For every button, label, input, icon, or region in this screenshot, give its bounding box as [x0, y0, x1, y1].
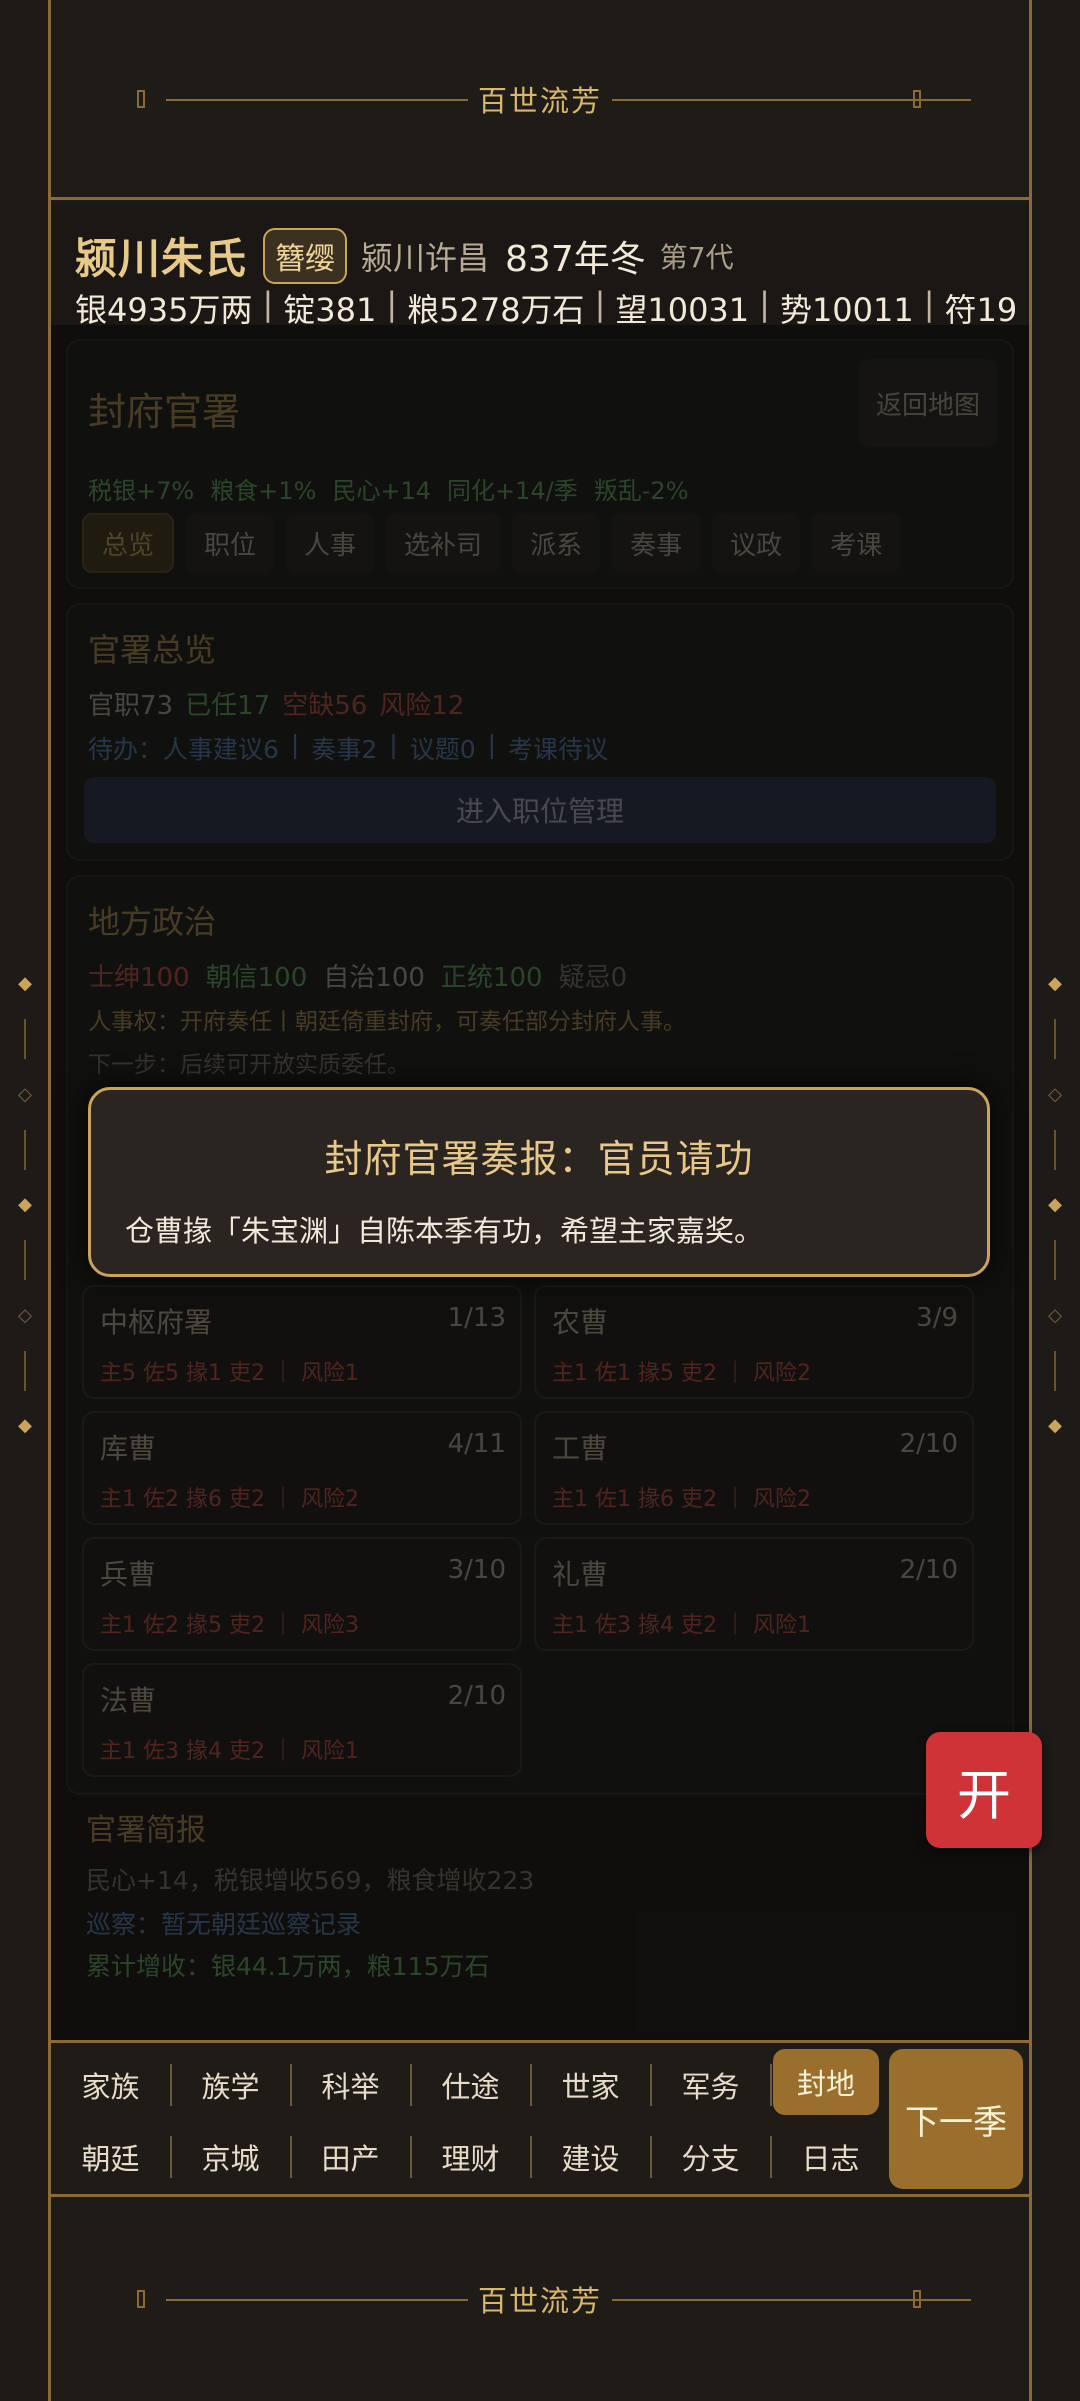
diamond-icon: ◆ [18, 973, 32, 994]
next-season-button[interactable]: 下一季 [889, 2049, 1023, 2189]
region-label: 颍川许昌 [361, 238, 490, 277]
diamond-outline-icon: ◇ [18, 1304, 32, 1326]
report-dialog[interactable]: 封府官署奏报：官员请功 仓曹掾「朱宝渊」自陈本季有功，希望主家嘉奖。 [88, 1087, 990, 1277]
side-ornament-left: ◆ ◇ ◆ ◇ ◆ [10, 975, 40, 1435]
banner-title: 百世流芳 [467, 2278, 612, 2320]
nav-capital[interactable]: 京城 [171, 2125, 290, 2189]
banner-rule-left [166, 2299, 516, 2301]
diamond-icon: ◆ [1048, 973, 1062, 994]
banner-rule-left [166, 98, 516, 101]
bottom-nav: 家族 族学 科举 仕途 世家 军务 封地 朝廷 京城 田产 理财 建设 分支 日… [51, 2040, 1029, 2194]
generation-label: 第7代 [659, 240, 734, 274]
nav-exam[interactable]: 科举 [291, 2053, 410, 2117]
nav-clan-school[interactable]: 族学 [171, 2053, 290, 2117]
status-header: 颍川朱氏 簪缨 颍川许昌 837年冬 第7代 银4935万两 | 锭381 | 粮5… [51, 205, 1029, 329]
diamond-icon: ◆ [18, 1415, 32, 1436]
banner-cap-right [913, 2290, 921, 2308]
banner-cap-left [137, 2290, 145, 2308]
dialog-body: 仓曹掾「朱宝渊」自陈本季有功，希望主家嘉奖。 [125, 1214, 764, 1248]
frame-right-line [1029, 0, 1032, 2401]
diamond-icon: ◆ [1048, 1194, 1062, 1215]
dialog-title: 封府官署奏报：官员请功 [324, 1137, 754, 1181]
top-banner: 百世流芳 [51, 0, 1029, 200]
nav-construction[interactable]: 建设 [531, 2125, 650, 2189]
diamond-outline-icon: ◇ [18, 1083, 32, 1105]
diamond-outline-icon: ◇ [1048, 1304, 1062, 1326]
nav-court[interactable]: 朝廷 [51, 2125, 170, 2189]
bottom-banner: 百世流芳 [51, 2194, 1029, 2401]
nav-branches[interactable]: 分支 [651, 2125, 770, 2189]
nav-fief[interactable]: 封地 [773, 2049, 879, 2115]
nav-career[interactable]: 仕途 [411, 2053, 530, 2117]
nav-log[interactable]: 日志 [771, 2125, 890, 2189]
clan-name: 颍川朱氏 [75, 234, 248, 283]
nav-finance[interactable]: 理财 [411, 2125, 530, 2189]
nav-families[interactable]: 世家 [531, 2053, 650, 2117]
banner-title: 百世流芳 [467, 77, 612, 120]
nav-military[interactable]: 军务 [651, 2053, 770, 2117]
nav-estates[interactable]: 田产 [291, 2125, 410, 2189]
diamond-icon: ◆ [1048, 1415, 1062, 1436]
rank-badge: 簪缨 [263, 227, 348, 284]
date-label: 837年冬 [505, 238, 646, 280]
side-ornament-right: ◆ ◇ ◆ ◇ ◆ [1040, 975, 1070, 1435]
banner-cap-right [913, 89, 921, 108]
nav-family[interactable]: 家族 [51, 2053, 170, 2117]
open-float-button[interactable]: 开 [926, 1732, 1042, 1848]
diamond-outline-icon: ◇ [1048, 1083, 1062, 1105]
diamond-icon: ◆ [18, 1194, 32, 1215]
banner-cap-left [137, 89, 145, 108]
